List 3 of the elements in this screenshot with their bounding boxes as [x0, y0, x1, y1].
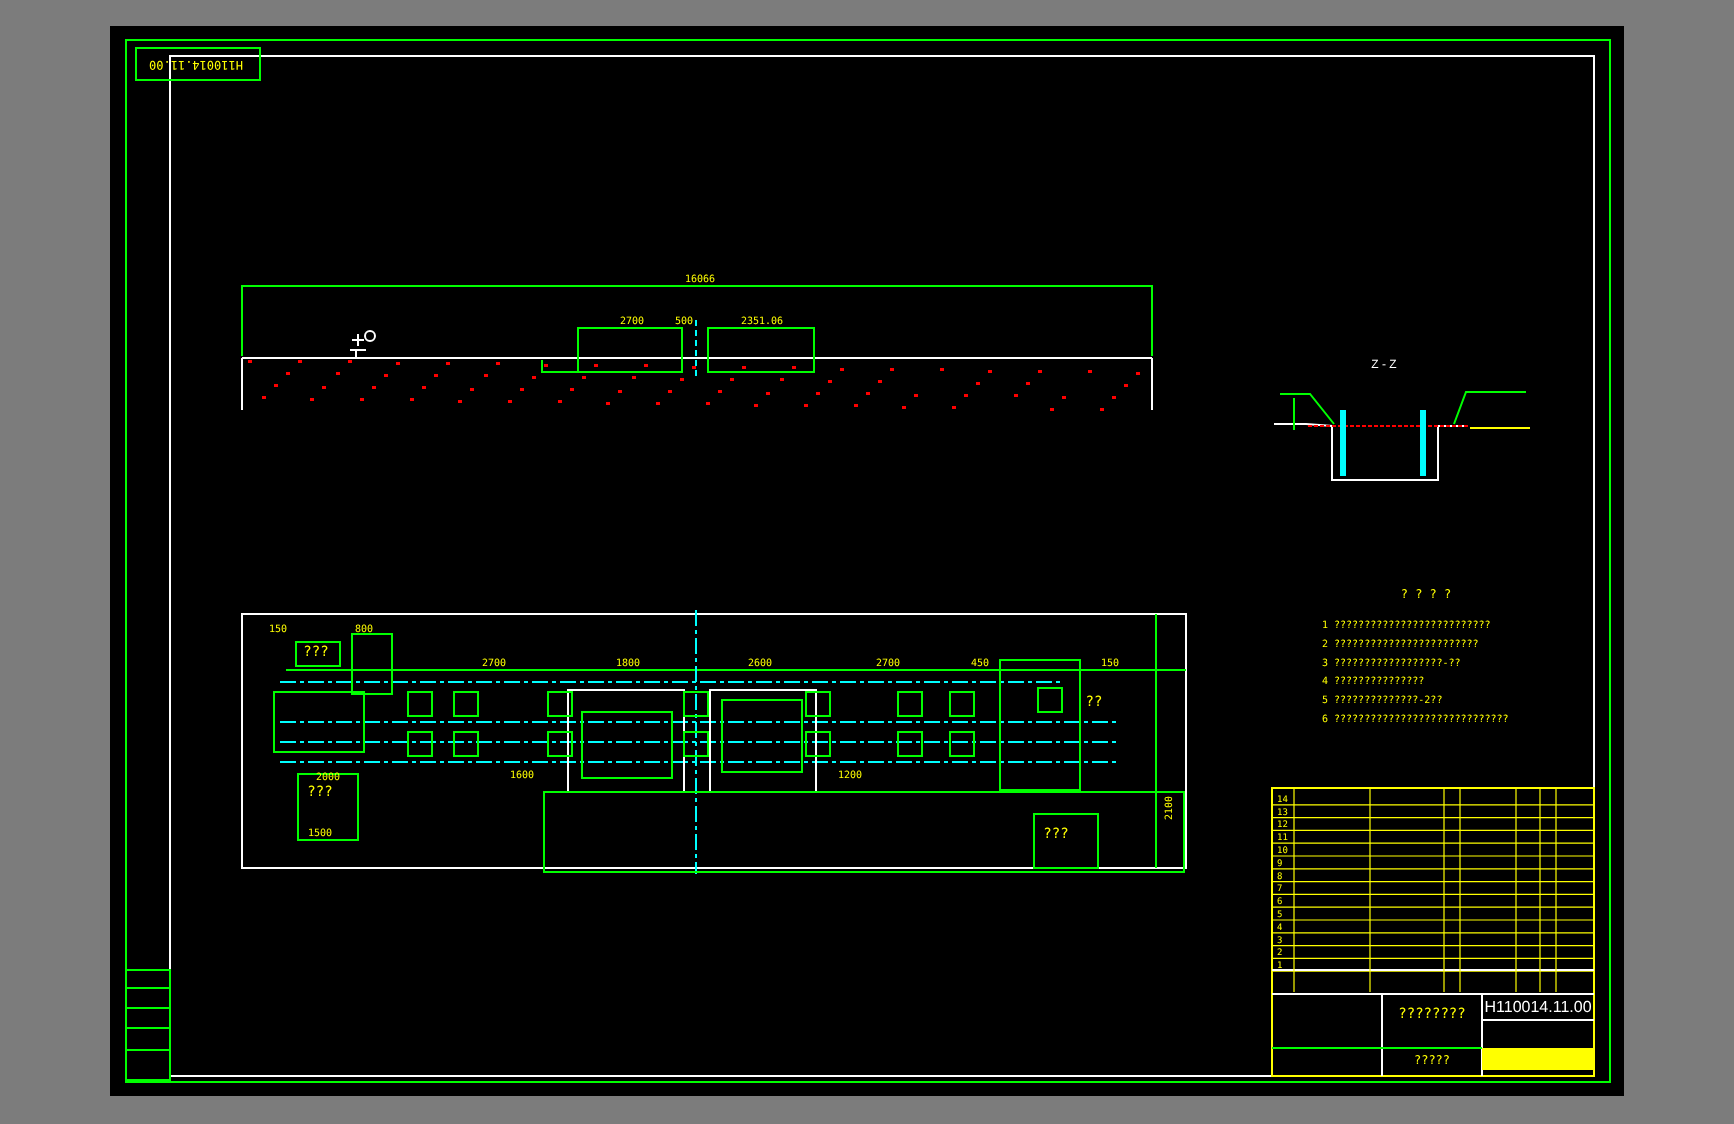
drawing-number: H110014.11.00 — [1484, 998, 1592, 1016]
side-strip-table — [125, 969, 171, 1081]
stamp-frame — [135, 47, 261, 81]
